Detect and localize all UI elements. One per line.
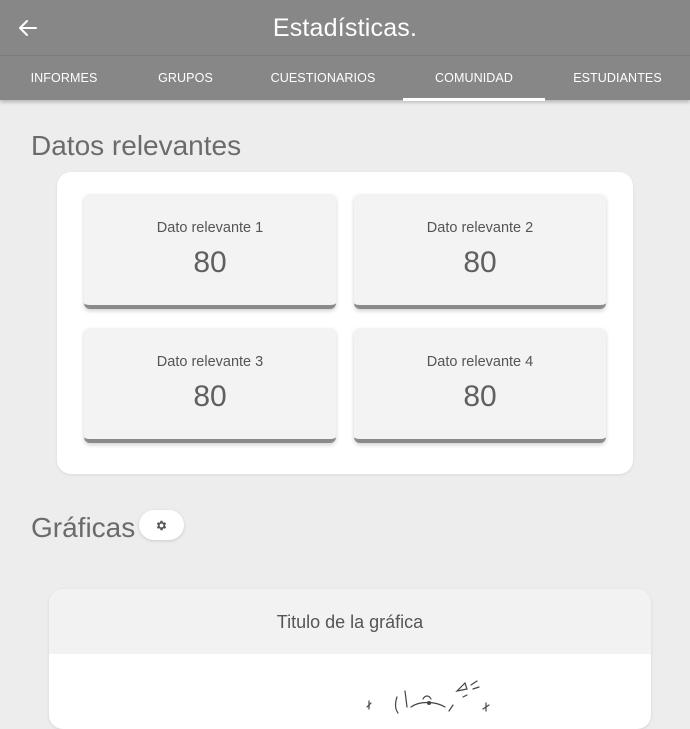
app-bar: Estadísticas. INFORMES GRUPOS CUESTIONAR… — [0, 0, 690, 101]
chart-settings-button[interactable] — [139, 510, 184, 540]
empty-chart-illustration — [366, 680, 490, 714]
stat-label: Dato relevante 1 — [156, 220, 264, 236]
stat-value: 80 — [463, 380, 497, 413]
stat-value: 80 — [193, 380, 227, 413]
stat-card-2: Dato relevante 2 80 — [354, 194, 606, 309]
stat-value: 80 — [463, 246, 497, 279]
tab-comunidad[interactable]: COMUNIDAD — [403, 56, 545, 101]
charts-heading: Gráficas — [31, 512, 136, 543]
tab-grupos[interactable]: GRUPOS — [128, 56, 243, 100]
stat-card-1: Dato relevante 1 80 — [84, 194, 336, 309]
tab-bar: INFORMES GRUPOS CUESTIONARIOS COMUNIDAD … — [0, 55, 690, 101]
stat-label: Dato relevante 2 — [426, 220, 534, 236]
stat-label: Dato relevante 3 — [156, 354, 264, 370]
gear-icon — [156, 520, 167, 530]
relevant-data-heading: Datos relevantes — [31, 130, 242, 161]
relevant-data-panel: Dato relevante 1 80 Dato relevante 2 80 … — [57, 172, 633, 474]
stat-card-4: Dato relevante 4 80 — [354, 328, 606, 443]
tab-cuestionarios[interactable]: CUESTIONARIOS — [243, 56, 403, 100]
page-title: Estadísticas. — [272, 14, 418, 42]
stat-card-3: Dato relevante 3 80 — [84, 328, 336, 443]
stat-label: Dato relevante 4 — [426, 354, 534, 370]
stat-value: 80 — [193, 246, 227, 279]
chart-card: Titulo de la gráfica — [49, 589, 651, 729]
chart-title: Titulo de la gráfica — [49, 589, 651, 654]
tab-estudiantes[interactable]: ESTUDIANTES — [545, 56, 690, 100]
tab-informes[interactable]: INFORMES — [0, 56, 128, 100]
